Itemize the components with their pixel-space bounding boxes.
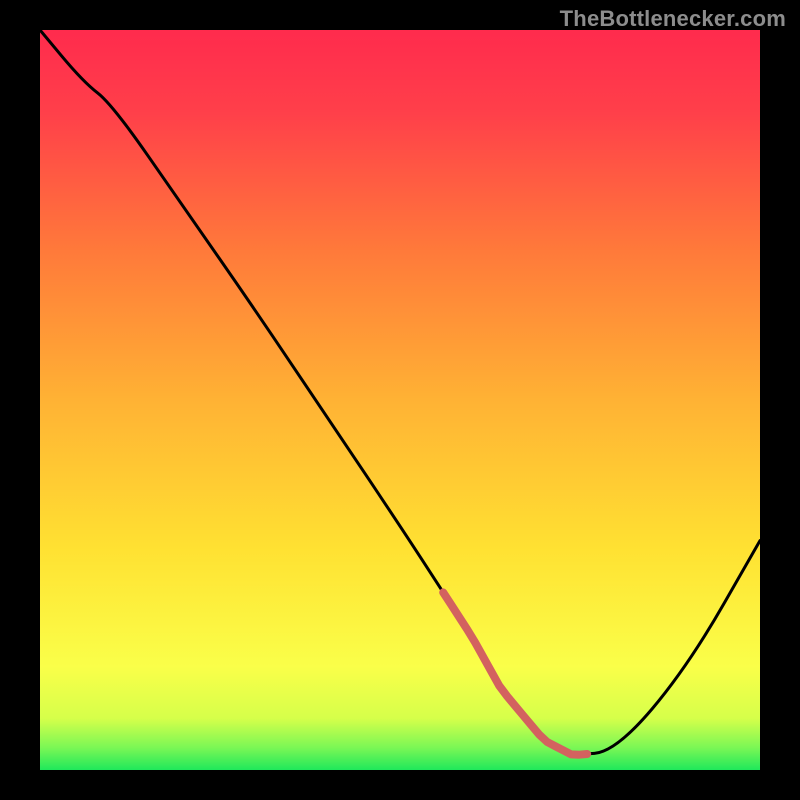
chart-container: { "watermark": "TheBottleneсker.com", "c… <box>0 0 800 800</box>
watermark-text: TheBottleneсker.com <box>560 6 786 32</box>
plot-background <box>40 30 760 770</box>
plot-svg <box>0 0 800 800</box>
